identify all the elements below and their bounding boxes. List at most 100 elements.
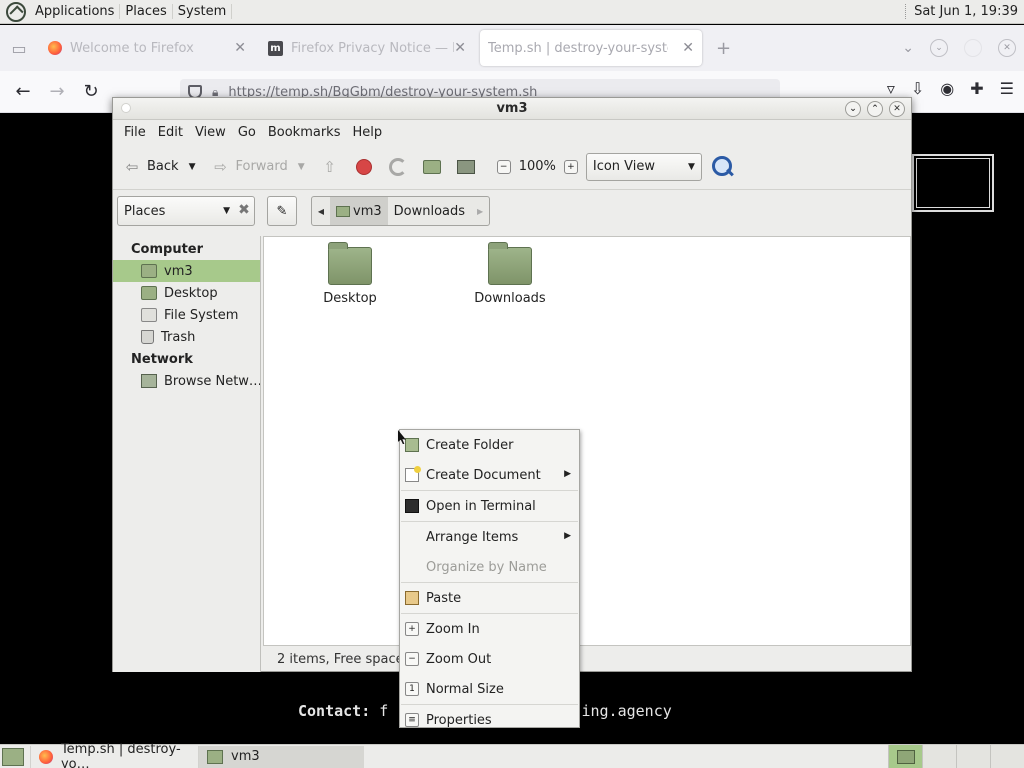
new-tab-icon[interactable]: + [716, 38, 731, 59]
view-mode-select[interactable]: Icon View ▼ [585, 152, 702, 181]
forward-button[interactable]: ⇨ Forward ▼ [209, 156, 305, 178]
chevron-left-icon[interactable]: ◀ [312, 197, 330, 225]
forward-label: Forward [235, 159, 288, 174]
applications-menu[interactable]: Applications [30, 4, 121, 19]
home-folder-icon [141, 264, 157, 278]
stop-button[interactable] [353, 156, 379, 178]
menu-help[interactable]: Help [346, 125, 388, 140]
account-icon[interactable]: ◉ [940, 79, 954, 98]
toggle-location-entry-button[interactable]: ✎ [267, 196, 297, 226]
breadcrumb-vm3[interactable]: vm3 [330, 197, 388, 225]
maximize-icon[interactable] [964, 39, 982, 57]
chevron-down-icon[interactable]: ▼ [298, 162, 305, 172]
back-button[interactable]: ⇦ Back ▼ [121, 156, 196, 178]
menu-item-arrange-items[interactable]: Arrange Items ▶ [400, 522, 579, 552]
gnome-foot-icon[interactable] [6, 1, 26, 22]
close-sidebar-icon[interactable]: ✖ [235, 202, 253, 220]
menu-item-zoom-out[interactable]: − Zoom Out [400, 644, 579, 674]
tab-temp-sh[interactable]: Temp.sh | destroy-your-system ✕ [480, 30, 702, 66]
workspace-3[interactable] [956, 744, 990, 768]
tab-overview-icon[interactable]: ▭ [4, 33, 34, 63]
close-icon[interactable]: ✕ [454, 40, 466, 56]
firefox-icon [48, 41, 62, 55]
breadcrumb-downloads[interactable]: Downloads [388, 197, 471, 225]
computer-button[interactable] [455, 156, 481, 178]
file-item-desktop[interactable]: Desktop [300, 242, 400, 306]
close-icon[interactable]: ✕ [234, 40, 246, 56]
pocket-icon[interactable]: ▿ [887, 79, 895, 98]
menu-item-paste[interactable]: Paste [400, 583, 579, 613]
up-button[interactable]: ⇧ [319, 156, 345, 178]
taskbar-item-vm3[interactable]: vm3 [198, 745, 364, 768]
show-desktop-icon[interactable] [2, 747, 24, 766]
desktop-folder-icon [141, 286, 157, 300]
window-menu-icon[interactable] [121, 103, 131, 113]
zoom-out-icon[interactable]: − [496, 159, 511, 174]
reload-button[interactable] [387, 156, 413, 178]
paste-icon [405, 591, 419, 605]
maximize-icon[interactable]: ⌃ [867, 101, 883, 117]
sidebar-item-vm3[interactable]: vm3 [113, 260, 260, 282]
submenu-arrow-icon: ▶ [564, 531, 571, 541]
top-panel: Applications Places System Sat Jun 1, 19… [0, 0, 1024, 24]
stop-icon [355, 158, 372, 175]
file-view[interactable]: Desktop Downloads [263, 236, 911, 646]
taskbar-item-firefox[interactable]: Temp.sh | destroy-yo… [30, 742, 198, 768]
close-icon[interactable]: ✕ [889, 101, 905, 117]
chevron-right-icon[interactable]: ▶ [471, 197, 489, 225]
clock[interactable]: Sat Jun 1, 19:39 [905, 4, 1024, 19]
browser-tab-strip: ▭ Welcome to Firefox ✕ m Firefox Privacy… [0, 25, 1024, 71]
menu-item-open-terminal[interactable]: Open in Terminal [400, 491, 579, 521]
menu-view[interactable]: View [189, 125, 232, 140]
downloads-icon[interactable]: ⇩ [911, 79, 924, 98]
sidebar-item-desktop[interactable]: Desktop [113, 282, 260, 304]
places-sidebar: Computer vm3 Desktop File System Trash N… [113, 236, 261, 672]
workspace-2[interactable] [922, 744, 956, 768]
sidebar-item-file-system[interactable]: File System [113, 304, 260, 326]
list-all-tabs-icon[interactable]: ⌄ [902, 40, 914, 56]
file-item-downloads[interactable]: Downloads [460, 242, 560, 306]
edit-icon: ✎ [276, 203, 288, 219]
sidebar-item-trash[interactable]: Trash [113, 326, 260, 348]
chevron-down-icon[interactable]: ▼ [189, 162, 196, 172]
menu-edit[interactable]: Edit [152, 125, 189, 140]
window-titlebar[interactable]: vm3 ⌄ ⌃ ✕ [113, 98, 911, 120]
network-icon [141, 374, 157, 388]
view-mode-label: Icon View [592, 159, 656, 174]
extensions-icon[interactable]: ✚ [970, 79, 983, 98]
minimize-icon[interactable]: ⌄ [845, 101, 861, 117]
sidebar-item-browse-network[interactable]: Browse Netw… [113, 370, 260, 392]
workspace-4[interactable] [990, 744, 1024, 768]
up-arrow-icon: ⇧ [323, 157, 336, 176]
minimize-icon[interactable]: ⌄ [930, 39, 948, 57]
places-menu[interactable]: Places [120, 4, 173, 19]
back-label: Back [147, 159, 179, 174]
folder-icon [207, 749, 223, 764]
folder-icon [328, 242, 372, 285]
trash-icon [141, 330, 154, 344]
menu-item-create-document[interactable]: Create Document ▶ [400, 460, 579, 490]
reload-icon[interactable]: ↻ [74, 75, 108, 109]
menu-file[interactable]: File [118, 125, 152, 140]
home-folder-icon [422, 159, 441, 174]
menu-item-zoom-in[interactable]: + Zoom In [400, 614, 579, 644]
search-icon[interactable] [711, 155, 734, 178]
home-button[interactable] [421, 156, 447, 178]
menu-item-normal-size[interactable]: 1 Normal Size [400, 674, 579, 704]
zoom-in-icon[interactable]: + [563, 159, 578, 174]
back-arrow-icon[interactable]: ← [6, 75, 40, 109]
menu-bookmarks[interactable]: Bookmarks [262, 125, 347, 140]
tab-privacy-notice[interactable]: m Firefox Privacy Notice — M ✕ [260, 30, 474, 66]
forward-arrow-icon[interactable]: → [40, 75, 74, 109]
normal-size-icon: 1 [405, 682, 419, 696]
zoom-level[interactable]: 100% [519, 159, 556, 174]
hamburger-menu-icon[interactable]: ☰ [1000, 79, 1014, 98]
tab-welcome[interactable]: Welcome to Firefox ✕ [40, 30, 254, 66]
close-icon[interactable]: ✕ [682, 40, 694, 56]
close-window-icon[interactable]: ✕ [998, 39, 1016, 57]
menu-go[interactable]: Go [232, 125, 262, 140]
menu-item-properties[interactable]: ≡ Properties [400, 705, 579, 735]
menu-item-create-folder[interactable]: Create Folder [400, 430, 579, 460]
system-menu[interactable]: System [173, 4, 233, 19]
workspace-1[interactable] [888, 744, 922, 768]
